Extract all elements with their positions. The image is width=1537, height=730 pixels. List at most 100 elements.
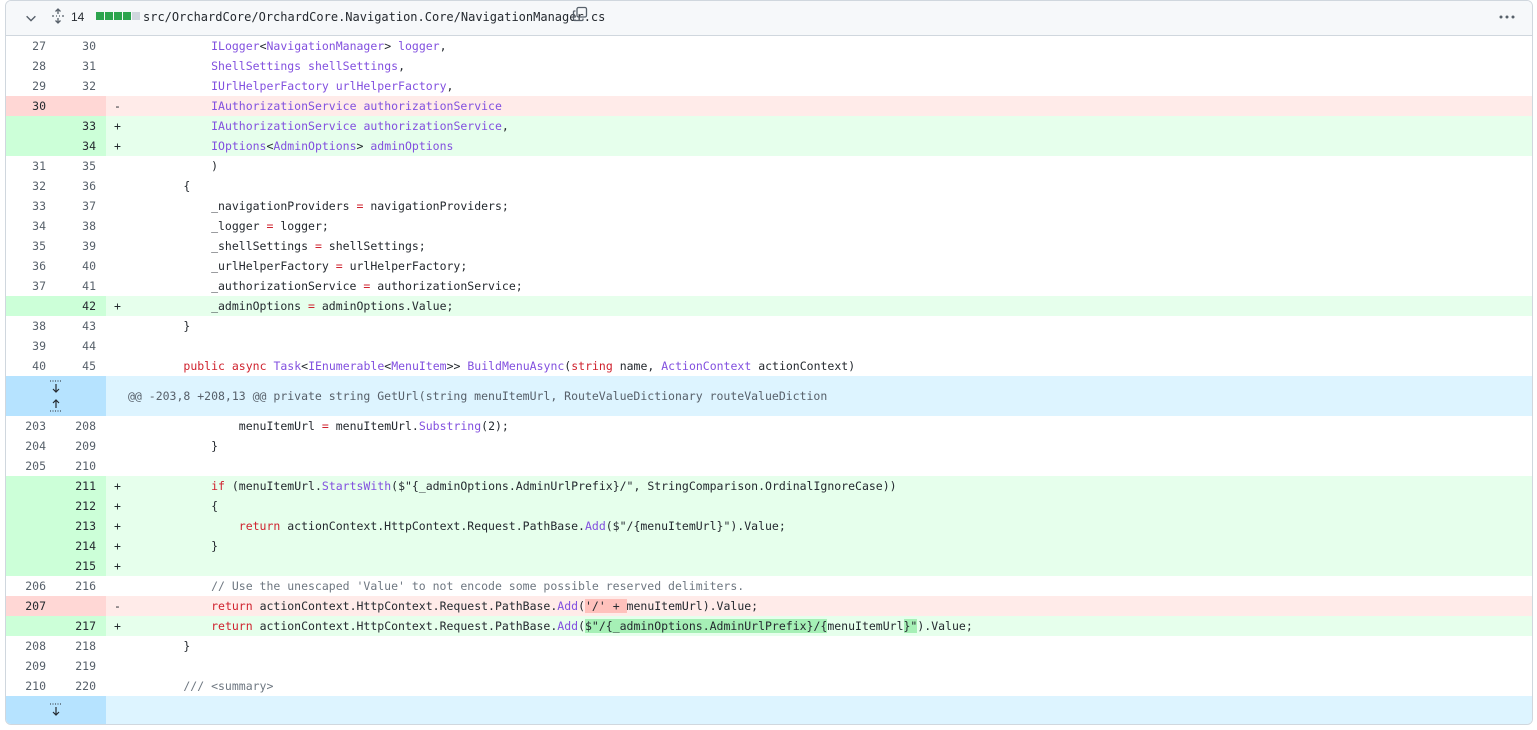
diffstat-bar xyxy=(132,12,140,20)
old-line-number[interactable]: 33 xyxy=(6,196,46,216)
new-line-number[interactable]: 38 xyxy=(56,216,96,236)
old-line-number[interactable]: 32 xyxy=(6,176,46,196)
diffstat-bar xyxy=(96,12,104,20)
new-line-number[interactable]: 44 xyxy=(56,336,96,356)
old-line-number[interactable]: 204 xyxy=(6,436,46,456)
added-line: 214 + } xyxy=(6,536,1532,556)
context-line: 37 41 _authorizationService = authorizati… xyxy=(6,276,1532,296)
old-line-number[interactable]: 205 xyxy=(6,456,46,476)
old-line-number[interactable] xyxy=(6,116,46,136)
new-line-number[interactable]: 35 xyxy=(56,156,96,176)
old-line-number[interactable]: 29 xyxy=(6,76,46,96)
new-line-number[interactable]: 218 xyxy=(56,636,96,656)
hunk-header: @@ -203,8 +208,13 @@ private string GetU… xyxy=(6,376,1532,416)
old-line-number[interactable]: 38 xyxy=(6,316,46,336)
diff-marker: + xyxy=(114,139,121,153)
file-path[interactable]: src/OrchardCore/OrchardCore.Navigation.C… xyxy=(143,10,605,24)
diff-marker: + xyxy=(114,619,121,633)
new-line-number[interactable]: 214 xyxy=(56,536,96,556)
old-line-number[interactable]: 30 xyxy=(6,96,46,116)
new-line-number[interactable]: 216 xyxy=(56,576,96,596)
old-line-number[interactable]: 34 xyxy=(6,216,46,236)
old-line-number[interactable] xyxy=(6,496,46,516)
diff-marker: - xyxy=(114,99,121,113)
diff-marker: + xyxy=(114,499,121,513)
added-line: 33 + IAuthorizationService authorizationS… xyxy=(6,116,1532,136)
code-text: } xyxy=(128,539,219,553)
expand-up-icon[interactable] xyxy=(46,397,66,413)
new-line-number[interactable]: 208 xyxy=(56,416,96,436)
new-line-number[interactable]: 34 xyxy=(56,136,96,156)
chevron-down-icon[interactable] xyxy=(24,11,38,25)
new-line-number[interactable]: 217 xyxy=(56,616,96,636)
code-text: menuItemUrl = menuItemUrl.Substring(2); xyxy=(128,419,509,433)
new-line-number[interactable]: 36 xyxy=(56,176,96,196)
new-line-number[interactable]: 211 xyxy=(56,476,96,496)
added-line: 215 + xyxy=(6,556,1532,576)
old-line-number[interactable]: 208 xyxy=(6,636,46,656)
old-line-number[interactable]: 27 xyxy=(6,36,46,56)
added-line: 213 + return actionContext.HttpContext.Re… xyxy=(6,516,1532,536)
diff-marker: + xyxy=(114,479,121,493)
new-line-number[interactable]: 30 xyxy=(56,36,96,56)
new-line-number[interactable]: 220 xyxy=(56,676,96,696)
new-line-number[interactable]: 41 xyxy=(56,276,96,296)
old-line-number[interactable] xyxy=(6,136,46,156)
kebab-menu-icon[interactable] xyxy=(1498,9,1516,25)
old-line-number[interactable] xyxy=(6,536,46,556)
new-line-number[interactable]: 42 xyxy=(56,296,96,316)
new-line-number[interactable]: 219 xyxy=(56,656,96,676)
old-line-number[interactable]: 209 xyxy=(6,656,46,676)
code-text: ) xyxy=(128,159,219,173)
new-line-number[interactable]: 213 xyxy=(56,516,96,536)
code-text: ILogger<NavigationManager> logger, xyxy=(211,39,447,53)
old-line-number[interactable] xyxy=(6,476,46,496)
expand-all-icon[interactable] xyxy=(50,8,66,24)
context-line: 204 209 } xyxy=(6,436,1532,456)
old-line-number[interactable]: 206 xyxy=(6,576,46,596)
code-text: IUrlHelperFactory urlHelperFactory, xyxy=(211,79,454,93)
new-line-number[interactable] xyxy=(56,596,96,616)
added-line: 42 + _adminOptions = adminOptions.Value; xyxy=(6,296,1532,316)
context-line: 206 216 // Use the unescaped 'Value' to n… xyxy=(6,576,1532,596)
new-line-number[interactable]: 212 xyxy=(56,496,96,516)
old-line-number[interactable]: 36 xyxy=(6,256,46,276)
old-line-number[interactable] xyxy=(6,616,46,636)
added-line: 34 + IOptions<AdminOptions> adminOptions xyxy=(6,136,1532,156)
added-line: 212 + { xyxy=(6,496,1532,516)
context-line: 205 210 xyxy=(6,456,1532,476)
new-line-number[interactable]: 37 xyxy=(56,196,96,216)
old-line-number[interactable]: 207 xyxy=(6,596,46,616)
old-line-number[interactable]: 31 xyxy=(6,156,46,176)
expand-down-icon[interactable] xyxy=(46,702,66,718)
old-line-number[interactable]: 35 xyxy=(6,236,46,256)
old-line-number[interactable]: 28 xyxy=(6,56,46,76)
old-line-number[interactable] xyxy=(6,296,46,316)
new-line-number[interactable]: 33 xyxy=(56,116,96,136)
old-line-number[interactable]: 37 xyxy=(6,276,46,296)
old-line-number[interactable] xyxy=(6,516,46,536)
new-line-number[interactable]: 32 xyxy=(56,76,96,96)
new-line-number[interactable] xyxy=(56,96,96,116)
code-text: } xyxy=(128,439,219,453)
old-line-number[interactable]: 210 xyxy=(6,676,46,696)
new-line-number[interactable]: 210 xyxy=(56,456,96,476)
new-line-number[interactable]: 215 xyxy=(56,556,96,576)
old-line-number[interactable] xyxy=(6,556,46,576)
new-line-number[interactable]: 31 xyxy=(56,56,96,76)
new-line-number[interactable]: 209 xyxy=(56,436,96,456)
code-text: IOptions<AdminOptions> adminOptions xyxy=(211,139,454,153)
context-line: 210 220 /// <summary> xyxy=(6,676,1532,696)
expand-down-icon[interactable] xyxy=(46,379,66,395)
old-line-number[interactable]: 203 xyxy=(6,416,46,436)
old-line-number[interactable]: 40 xyxy=(6,356,46,376)
diff-marker: + xyxy=(114,299,121,313)
old-line-number[interactable]: 39 xyxy=(6,336,46,356)
code-text: } xyxy=(128,319,191,333)
new-line-number[interactable]: 40 xyxy=(56,256,96,276)
new-line-number[interactable]: 43 xyxy=(56,316,96,336)
context-line: 203 208 menuItemUrl = menuItemUrl.Substri… xyxy=(6,416,1532,436)
new-line-number[interactable]: 45 xyxy=(56,356,96,376)
copy-icon[interactable] xyxy=(572,6,588,22)
new-line-number[interactable]: 39 xyxy=(56,236,96,256)
